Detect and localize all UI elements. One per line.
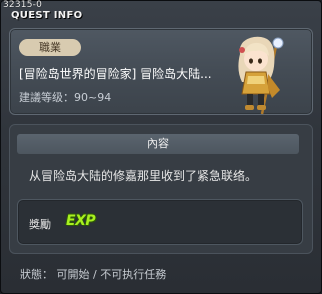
reward-box bbox=[17, 199, 303, 245]
quest-name: [冒险岛世界的冒险家] 冒险岛大陆... bbox=[19, 67, 212, 81]
exp-reward-icon[interactable]: EXP bbox=[66, 213, 96, 229]
job-badge: 職業 bbox=[19, 39, 81, 56]
content-text: 从冒险岛大陆的修嘉那里收到了紧急联络。 bbox=[29, 169, 258, 183]
content-header: 內容 bbox=[17, 134, 299, 154]
quest-status: 狀態： 可開始 / 不可执行任務 bbox=[20, 268, 167, 281]
recommended-level: 建議等级：90~94 bbox=[19, 91, 112, 104]
window-title: QUEST INFO bbox=[11, 10, 83, 21]
reward-label: 獎勵 bbox=[29, 218, 51, 231]
npc-portrait-icon bbox=[238, 36, 284, 115]
